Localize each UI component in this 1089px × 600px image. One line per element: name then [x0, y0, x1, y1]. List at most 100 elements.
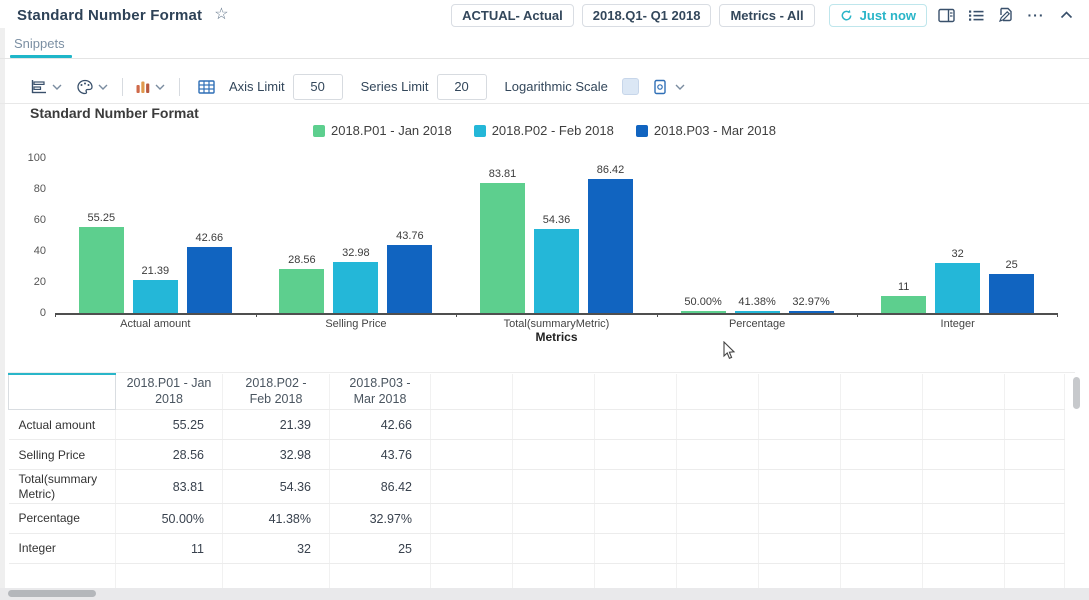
more-options-icon[interactable]: ··· — [1025, 4, 1047, 26]
mouse-cursor — [723, 341, 736, 365]
bar-group: 11 32 25 — [857, 158, 1058, 313]
empty-header-cell — [841, 374, 923, 410]
bar[interactable] — [935, 263, 980, 313]
empty-header-cell — [431, 374, 513, 410]
y-axis-tick-label: 20 — [10, 276, 46, 288]
bar-with-label: 86.42 — [588, 164, 633, 313]
collapse-chevron-icon[interactable] — [1055, 4, 1077, 26]
bar[interactable] — [735, 311, 780, 313]
bar[interactable] — [133, 280, 178, 313]
bar[interactable] — [881, 296, 926, 313]
empty-cell — [513, 534, 595, 564]
empty-cell — [595, 564, 677, 588]
bar[interactable] — [789, 311, 834, 313]
bar[interactable] — [588, 179, 633, 313]
bar-value-label: 50.00% — [684, 296, 721, 308]
bar-value-label: 83.81 — [489, 168, 517, 180]
empty-cell — [841, 564, 923, 588]
bar-with-label: 11 — [881, 281, 926, 313]
chevron-down-icon[interactable] — [98, 84, 108, 90]
table-row: Actual amount55.2521.3942.66 — [9, 410, 1065, 440]
bar-value-label: 43.76 — [396, 230, 424, 242]
chevron-down-icon[interactable] — [675, 84, 685, 90]
legend-item[interactable]: 2018.P03 - Mar 2018 — [636, 123, 776, 138]
bar-with-label: 32 — [935, 248, 980, 313]
bar[interactable] — [534, 229, 579, 313]
data-table: 2018.P01 - Jan 20182018.P02 - Feb 201820… — [8, 373, 1065, 588]
horizontal-scrollbar-thumb[interactable] — [8, 590, 96, 597]
horizontal-scrollbar-track[interactable] — [0, 588, 1089, 600]
bar[interactable] — [989, 274, 1034, 313]
favorite-star-icon[interactable]: ☆ — [214, 7, 228, 23]
legend-label: 2018.P02 - Feb 2018 — [492, 123, 614, 138]
cell-value: 41.38% — [223, 504, 330, 534]
column-header[interactable]: 2018.P02 - Feb 2018 — [223, 374, 330, 410]
bar-chart-horizontal-icon[interactable] — [30, 79, 48, 95]
layout-panel-icon[interactable] — [935, 4, 957, 26]
legend-item[interactable]: 2018.P01 - Jan 2018 — [313, 123, 452, 138]
chevron-down-icon[interactable] — [155, 84, 165, 90]
cell-value: 83.81 — [116, 470, 223, 504]
empty-cell — [431, 410, 513, 440]
chevron-down-icon[interactable] — [52, 84, 62, 90]
table-body: Actual amount55.2521.3942.66Selling Pric… — [9, 410, 1065, 588]
column-header[interactable]: 2018.P03 - Mar 2018 — [330, 374, 431, 410]
y-axis-tick-label: 60 — [10, 214, 46, 226]
category-label: Total(summaryMetric) — [456, 318, 657, 330]
empty-cell — [677, 504, 759, 534]
bar[interactable] — [279, 269, 324, 313]
column-chart-icon[interactable] — [135, 79, 151, 95]
empty-cell — [431, 504, 513, 534]
bar-value-label: 21.39 — [142, 265, 170, 277]
bar-with-label: 28.56 — [279, 254, 324, 313]
table-grid-icon[interactable] — [198, 80, 215, 94]
bar[interactable] — [79, 227, 124, 313]
refresh-button[interactable]: Just now — [829, 4, 927, 27]
tab-bar: Snippets — [0, 30, 1089, 59]
toolbar-separator — [122, 78, 123, 96]
empty-cell — [1005, 504, 1065, 534]
bar[interactable] — [187, 247, 232, 313]
empty-header-cell — [595, 374, 677, 410]
log-scale-checkbox[interactable] — [622, 78, 639, 95]
tab-snippets[interactable]: Snippets — [14, 36, 65, 51]
empty-cell — [841, 410, 923, 440]
filter-chip-metrics[interactable]: Metrics - All — [719, 4, 814, 27]
empty-cell — [841, 534, 923, 564]
bar-value-label: 28.56 — [288, 254, 316, 266]
toolbar-separator — [179, 78, 180, 96]
empty-cell — [595, 470, 677, 504]
palette-icon[interactable] — [76, 79, 94, 95]
axis-limit-label: Axis Limit — [229, 79, 285, 94]
bar[interactable] — [480, 183, 525, 313]
bar-with-label: 43.76 — [387, 230, 432, 313]
corner-header-cell[interactable] — [9, 374, 116, 410]
legend-label: 2018.P03 - Mar 2018 — [654, 123, 776, 138]
bar[interactable] — [387, 245, 432, 313]
document-edit-icon[interactable] — [995, 4, 1017, 26]
cell-value: 28.56 — [116, 440, 223, 470]
bar[interactable] — [681, 311, 726, 313]
filter-chip-actual[interactable]: ACTUAL- Actual — [451, 4, 574, 27]
table-row: Integer113225 — [9, 534, 1065, 564]
bar-value-label: 25 — [1006, 259, 1018, 271]
filter-chip-quarter[interactable]: 2018.Q1- Q1 2018 — [582, 4, 712, 27]
table-row: Selling Price28.5632.9843.76 — [9, 440, 1065, 470]
column-header[interactable]: 2018.P01 - Jan 2018 — [116, 374, 223, 410]
empty-cell — [759, 564, 841, 588]
cell-value: 42.66 — [330, 410, 431, 440]
page-header: Standard Number Format ☆ ACTUAL- Actual … — [0, 0, 1089, 30]
series-limit-input[interactable] — [437, 74, 487, 100]
list-icon[interactable] — [965, 4, 987, 26]
bar-with-label: 42.66 — [187, 232, 232, 313]
bar-group: 50.00%41.38%32.97% — [657, 158, 858, 313]
cell-value: 25 — [330, 534, 431, 564]
bar[interactable] — [333, 262, 378, 313]
legend-swatch-icon — [313, 125, 325, 137]
empty-cell — [595, 534, 677, 564]
axis-limit-input[interactable] — [293, 74, 343, 100]
export-file-icon[interactable] — [653, 79, 667, 95]
vertical-scrollbar[interactable] — [1073, 377, 1080, 409]
legend-item[interactable]: 2018.P02 - Feb 2018 — [474, 123, 614, 138]
empty-cell — [677, 470, 759, 504]
